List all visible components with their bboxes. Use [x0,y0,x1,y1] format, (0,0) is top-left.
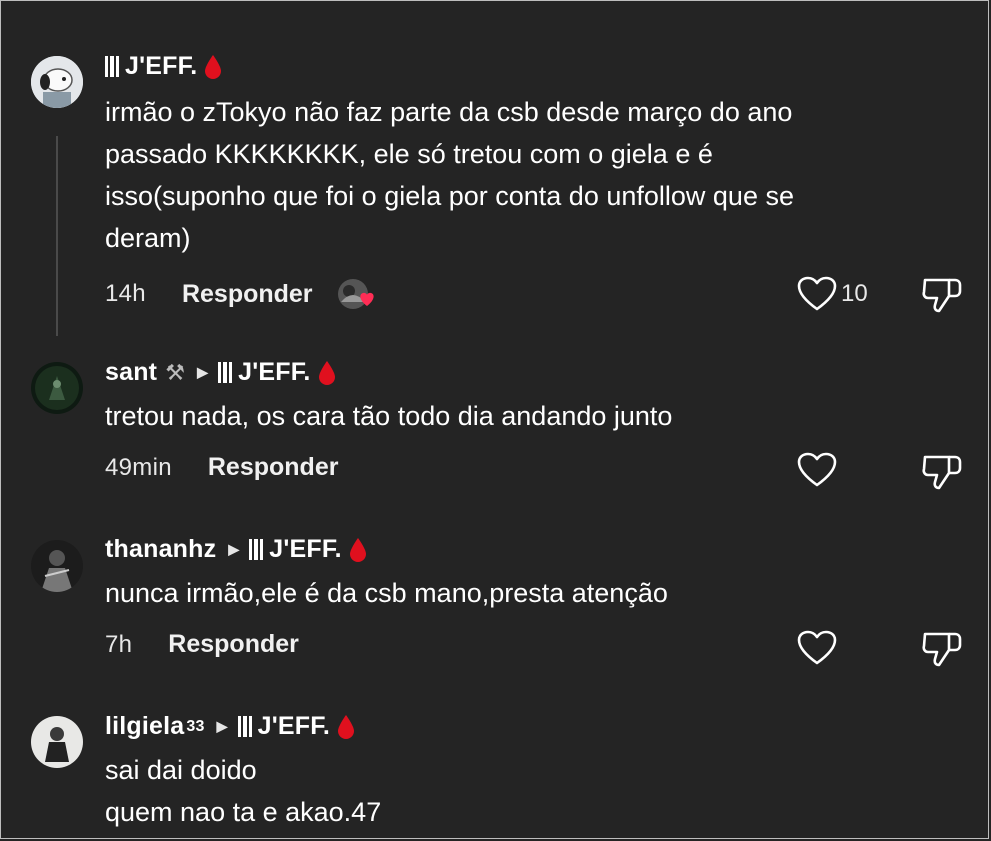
heart-outline-icon [797,630,837,665]
comment-text: tretou nada, os cara tão todo dia andand… [105,401,673,431]
barcode-icon [237,716,252,737]
blood-drop-icon [205,54,222,79]
blood-drop-icon [349,537,366,562]
comment-text: sai dai doido quem nao ta e akao.47 [105,755,382,827]
comment-header: J'EFF. [105,52,222,81]
author-superscript: 33 [186,717,205,735]
comment-header: lilgiela 33 ▶ J'EFF. [105,712,355,741]
comment-time: 14h [105,280,146,307]
dislike-button[interactable] [921,451,963,496]
reply-to-author[interactable]: J'EFF. [238,358,310,387]
heart-outline-icon [797,276,837,311]
creator-liked-badge [337,276,379,312]
comment-header: sant ⚒ ▶ J'EFF. [105,358,336,387]
thumbs-down-icon [922,455,962,490]
reply-arrow-icon: ▶ [216,718,228,734]
comment-author[interactable]: lilgiela [105,712,184,741]
comment-meta: 49min Responder [105,453,338,482]
avatar[interactable] [31,56,83,108]
reply-arrow-icon: ▶ [228,541,240,557]
dislike-button[interactable] [921,628,963,673]
thread-line [56,136,58,336]
hammer-icon: ⚒ [165,359,186,385]
blood-drop-icon [318,360,335,385]
comment-author[interactable]: sant [105,358,157,387]
reply-button[interactable]: Responder [182,280,313,309]
like-button[interactable]: 10 [797,276,868,312]
heart-outline-icon [797,452,837,487]
avatar[interactable] [31,362,83,414]
reply-to-author[interactable]: J'EFF. [269,535,341,564]
like-button[interactable] [797,630,837,666]
comment-meta: 14h Responder [105,276,379,312]
barcode-icon [105,56,119,77]
comment-header: thananhz ▶ J'EFF. [105,535,367,564]
blood-drop-icon [338,714,355,739]
like-count: 10 [841,280,868,307]
avatar[interactable] [31,540,83,592]
barcode-icon [249,539,264,560]
comment-text: irmão o zTokyo não faz parte da csb desd… [105,97,794,253]
like-button[interactable] [797,452,837,488]
thumbs-down-icon [922,632,962,667]
comment-author[interactable]: thananhz [105,535,216,564]
comment-author[interactable]: J'EFF. [125,52,197,81]
reply-to-author[interactable]: J'EFF. [258,712,330,741]
dislike-button[interactable] [921,274,963,319]
reply-button[interactable]: Responder [208,453,339,482]
comment-text: nunca irmão,ele é da csb mano,presta ate… [105,578,668,608]
reply-button[interactable]: Responder [168,630,299,659]
avatar[interactable] [31,716,83,768]
thumbs-down-icon [922,278,962,313]
barcode-icon [218,362,233,383]
comment-time: 7h [105,630,133,658]
reply-arrow-icon: ▶ [197,364,209,380]
comment-meta: 7h Responder [105,630,299,659]
comment-time: 49min [105,453,172,481]
